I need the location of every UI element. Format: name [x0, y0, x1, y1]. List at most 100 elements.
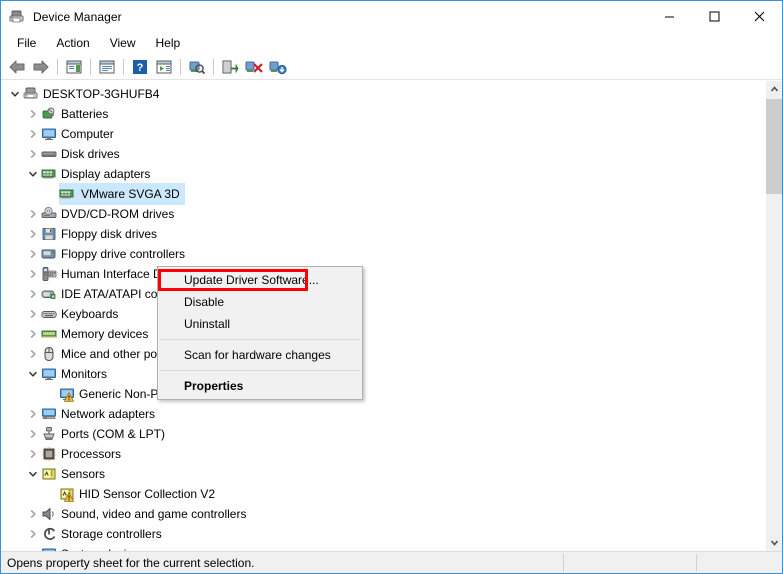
tree-item[interactable]: Floppy disk drives	[1, 224, 765, 244]
tree-item-content: Sensors	[41, 464, 105, 484]
tree-item[interactable]: Memory devices	[1, 324, 765, 344]
tree-item[interactable]: Ports (COM & LPT)	[1, 424, 765, 444]
scroll-down-button[interactable]	[766, 534, 782, 551]
window-controls	[647, 1, 782, 32]
update-driver-software-icon[interactable]	[218, 56, 242, 78]
tree-item[interactable]: Sensors	[1, 464, 765, 484]
minimize-button[interactable]	[647, 1, 692, 32]
tree-item[interactable]: Processors	[1, 444, 765, 464]
tree-item-label: Ports (COM & LPT)	[61, 427, 166, 441]
tree-item[interactable]: Disk drives	[1, 144, 765, 164]
device-manager-icon	[9, 9, 25, 25]
context-menu-item[interactable]: Uninstall	[158, 313, 362, 335]
tree-item-content: VMware SVGA 3D	[59, 183, 185, 205]
scroll-up-button[interactable]	[766, 81, 782, 98]
chevron-right-icon[interactable]	[25, 324, 41, 344]
chevron-right-icon[interactable]	[25, 304, 41, 324]
tree-item[interactable]: Keyboards	[1, 304, 765, 324]
chevron-right-icon[interactable]	[25, 124, 41, 144]
tree-item[interactable]: DVD/CD-ROM drives	[1, 204, 765, 224]
disable-device-icon[interactable]	[266, 56, 290, 78]
chevron-down-icon[interactable]	[25, 164, 41, 184]
toolbar-separator	[90, 58, 91, 75]
chevron-down-icon[interactable]	[25, 364, 41, 384]
forward-arrow-icon[interactable]	[29, 56, 53, 78]
tree-item-label: VMware SVGA 3D	[79, 183, 182, 205]
chevron-right-icon[interactable]	[25, 144, 41, 164]
chevron-right-icon[interactable]	[25, 504, 41, 524]
tree-item[interactable]: Floppy drive controllers	[1, 244, 765, 264]
tree-item-content: Floppy disk drives	[41, 224, 157, 244]
floppy-disk-icon	[41, 226, 57, 242]
tree-item[interactable]: Human Interface Devices	[1, 264, 765, 284]
context-menu-item[interactable]: Disable	[158, 291, 362, 313]
tree-item-label: HID Sensor Collection V2	[79, 487, 216, 501]
show-hide-console-tree-icon[interactable]	[62, 56, 86, 78]
context-menu-item[interactable]: Properties	[158, 375, 362, 397]
context-menu-item[interactable]: Update Driver Software...	[158, 269, 362, 291]
tree-item[interactable]: Network adapters	[1, 404, 765, 424]
close-button[interactable]	[737, 1, 782, 32]
chevron-down-icon[interactable]	[25, 544, 41, 551]
tree-item-content: Monitors	[41, 364, 107, 384]
tree-item[interactable]: VMware SVGA 3D	[1, 183, 765, 205]
scan-for-hardware-changes-icon[interactable]	[185, 56, 209, 78]
tree-item[interactable]: HID Sensor Collection V2	[1, 484, 765, 504]
monitor-icon	[41, 366, 57, 382]
chevron-right-icon[interactable]	[25, 224, 41, 244]
menu-file[interactable]: File	[7, 34, 46, 52]
chevron-right-icon[interactable]	[25, 284, 41, 304]
properties-icon[interactable]	[95, 56, 119, 78]
vertical-scrollbar[interactable]	[765, 81, 782, 551]
device-tree-pane: DESKTOP-3GHUFB4 Batteries Computer Disk dri…	[1, 80, 782, 551]
tree-item[interactable]: DESKTOP-3GHUFB4	[1, 84, 765, 104]
chevron-right-icon[interactable]	[25, 244, 41, 264]
tree-item-label: System devices	[61, 544, 145, 551]
maximize-button[interactable]	[692, 1, 737, 32]
menu-view[interactable]: View	[100, 34, 146, 52]
chevron-right-icon[interactable]	[25, 404, 41, 424]
network-adapter-icon	[41, 406, 57, 422]
chevron-right-icon[interactable]	[25, 344, 41, 364]
tree-item[interactable]: Display adapters	[1, 164, 765, 184]
context-menu[interactable]: Update Driver Software... Disable Uninstal…	[157, 266, 363, 400]
chevron-right-icon[interactable]	[25, 264, 41, 284]
menu-action[interactable]: Action	[46, 34, 99, 52]
tree-item-label: Sound, video and game controllers	[61, 507, 247, 521]
help-icon[interactable]: ?	[128, 56, 152, 78]
back-arrow-icon[interactable]	[5, 56, 29, 78]
tree-item[interactable]: System devices	[1, 544, 765, 551]
toolbar-separator	[213, 58, 214, 75]
chevron-right-icon[interactable]	[25, 204, 41, 224]
scrollbar-thumb[interactable]	[766, 99, 782, 194]
tree-item[interactable]: Sound, video and game controllers	[1, 504, 765, 524]
chevron-right-icon[interactable]	[25, 104, 41, 124]
disk-drive-icon	[41, 146, 57, 162]
menu-help[interactable]: Help	[146, 34, 191, 52]
tree-item[interactable]: Generic Non-PnP Monitor	[1, 384, 765, 404]
tree-item[interactable]: Mice and other pointing devices	[1, 344, 765, 364]
device-tree[interactable]: DESKTOP-3GHUFB4 Batteries Computer Disk dri…	[1, 81, 765, 551]
status-divider	[696, 554, 697, 571]
chevron-right-icon[interactable]	[25, 524, 41, 544]
tree-item[interactable]: Monitors	[1, 364, 765, 384]
uninstall-device-icon[interactable]	[242, 56, 266, 78]
highlight-box	[158, 269, 308, 291]
chevron-right-icon[interactable]	[25, 444, 41, 464]
chevron-down-icon[interactable]	[7, 84, 23, 104]
chevron-right-icon[interactable]	[25, 424, 41, 444]
chevron-down-icon[interactable]	[25, 464, 41, 484]
device-manager-window: Device Manager File Action View Help ? D…	[0, 0, 783, 574]
keyboard-icon	[41, 306, 57, 322]
tree-item[interactable]: IDE ATA/ATAPI controllers	[1, 284, 765, 304]
monitor-icon	[59, 386, 75, 402]
processor-icon	[41, 446, 57, 462]
tree-item-label: Keyboards	[61, 307, 119, 321]
show-hide-action-pane-icon[interactable]	[152, 56, 176, 78]
context-menu-item[interactable]: Scan for hardware changes	[158, 344, 362, 366]
tree-item[interactable]: Computer	[1, 124, 765, 144]
tree-item[interactable]: Batteries	[1, 104, 765, 124]
tree-item[interactable]: Storage controllers	[1, 524, 765, 544]
